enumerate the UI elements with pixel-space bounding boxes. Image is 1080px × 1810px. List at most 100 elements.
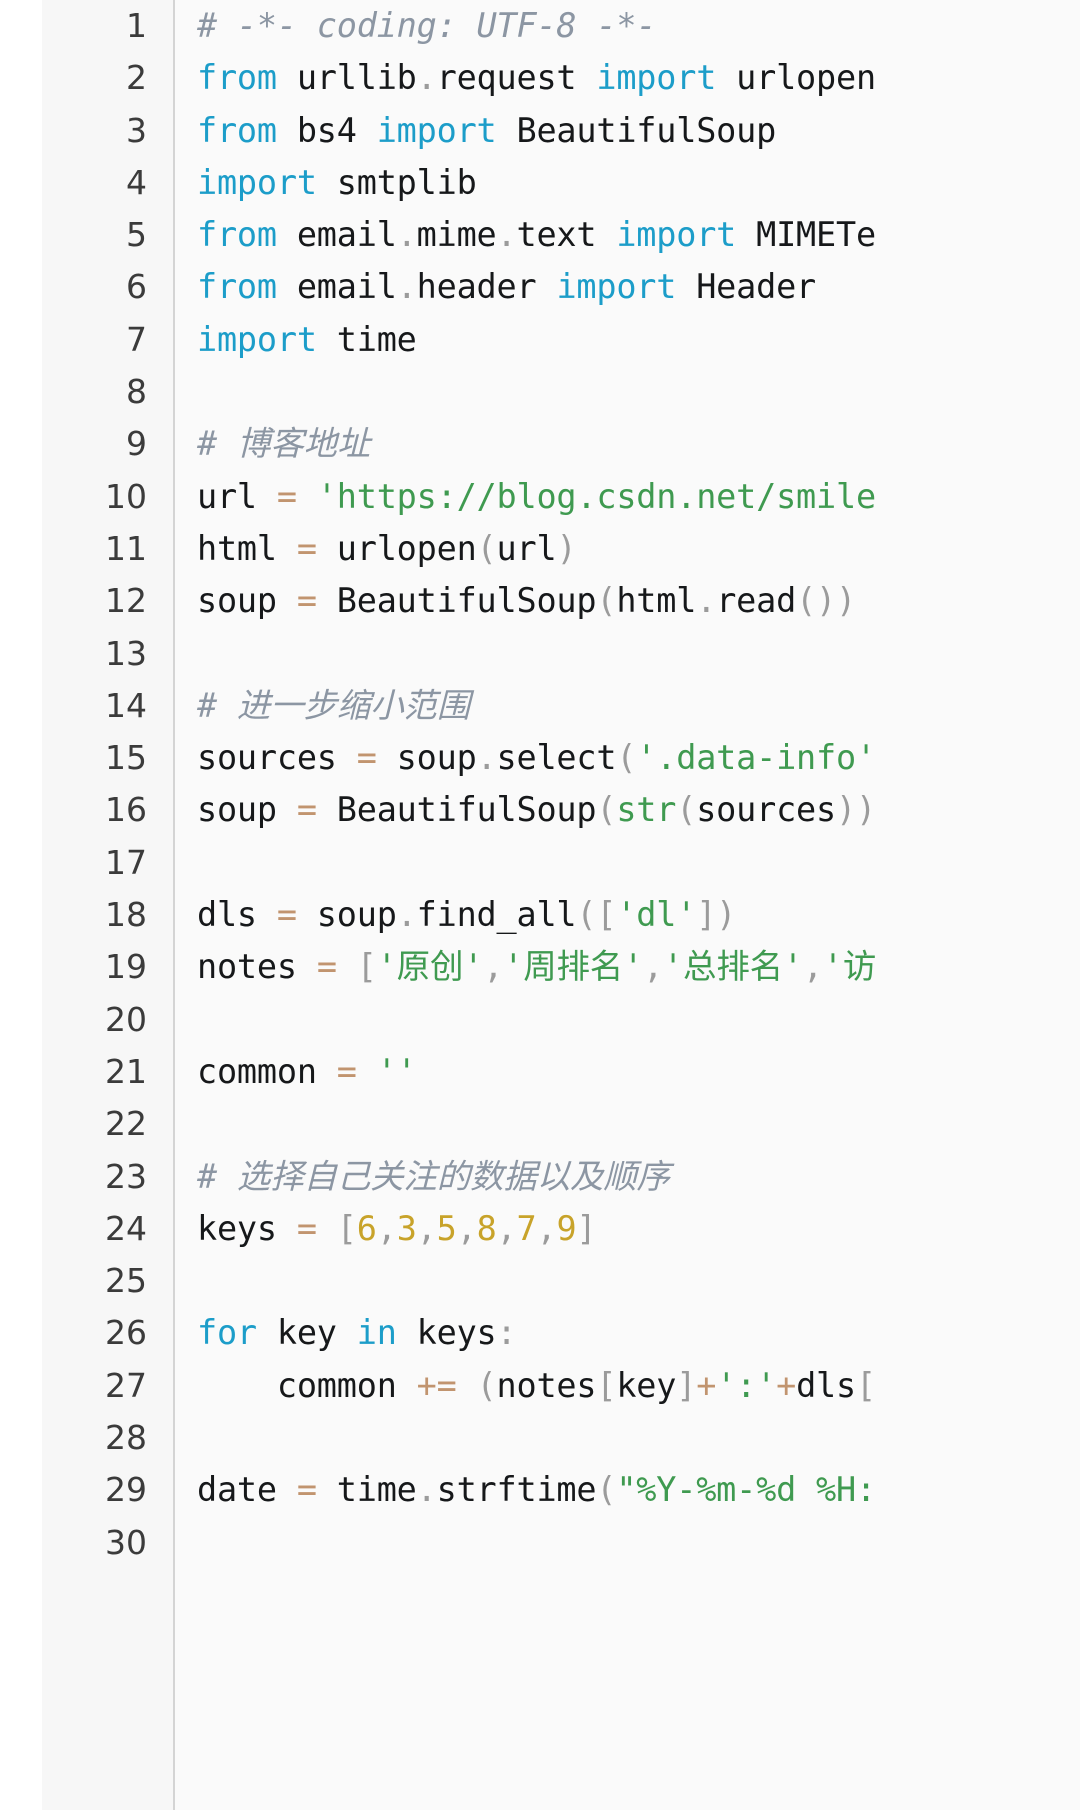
code-line[interactable]: url = 'https://blog.csdn.net/smile — [175, 471, 1080, 523]
line-number[interactable]: 13 — [42, 628, 174, 680]
code-token: # -*- coding: UTF-8 -*- — [197, 6, 657, 45]
line-number[interactable]: 2 — [42, 52, 174, 104]
code-line[interactable]: sources = soup.select('.data-info' — [175, 732, 1080, 784]
code-token: , — [416, 1208, 437, 1248]
line-number[interactable]: 10 — [42, 471, 174, 523]
code-token: = — [356, 738, 377, 778]
code-line[interactable]: import smtplib — [175, 157, 1080, 209]
code-token: . — [396, 267, 417, 307]
code-line[interactable] — [175, 1412, 1080, 1464]
line-number[interactable]: 28 — [42, 1412, 174, 1464]
code-token: html — [197, 528, 297, 568]
code-token: . — [396, 895, 417, 935]
code-token: html — [616, 581, 697, 621]
line-number[interactable]: 20 — [42, 994, 174, 1046]
code-content-pane[interactable]: # -*- coding: UTF-8 -*- from urllib.reque… — [175, 0, 1080, 1810]
code-token: mime — [416, 215, 497, 255]
line-number[interactable]: 5 — [42, 209, 174, 261]
code-line[interactable]: common = '' — [175, 1046, 1080, 1098]
code-token: . — [496, 215, 517, 255]
code-token: from — [197, 267, 277, 307]
line-number[interactable]: 16 — [42, 784, 174, 836]
code-line[interactable] — [175, 1255, 1080, 1307]
line-number[interactable]: 12 — [42, 575, 174, 627]
line-number[interactable]: 8 — [42, 366, 174, 418]
code-line[interactable]: dls = soup.find_all(['dl']) — [175, 889, 1080, 941]
code-token: BeautifulSoup — [316, 790, 597, 830]
code-token: + — [776, 1365, 797, 1405]
code-token: , — [376, 1208, 397, 1248]
code-token: url — [496, 528, 557, 568]
line-number[interactable]: 3 — [42, 105, 174, 157]
line-number[interactable]: 22 — [42, 1098, 174, 1150]
code-line[interactable] — [175, 366, 1080, 418]
code-line[interactable]: # 博客地址 — [175, 418, 1080, 470]
code-line[interactable]: from email.mime.text import MIMETe — [175, 209, 1080, 261]
code-line[interactable]: from email.header import Header — [175, 261, 1080, 313]
code-token: ]) — [696, 895, 737, 935]
line-number[interactable]: 17 — [42, 837, 174, 889]
code-token: from — [197, 215, 277, 255]
code-line[interactable]: html = urlopen(url) — [175, 523, 1080, 575]
code-line[interactable] — [175, 994, 1080, 1046]
code-token: 7 — [516, 1208, 537, 1248]
code-line[interactable]: from bs4 import BeautifulSoup — [175, 105, 1080, 157]
line-number[interactable]: 19 — [42, 941, 174, 993]
code-line[interactable]: import time — [175, 314, 1080, 366]
line-number[interactable]: 23 — [42, 1151, 174, 1203]
line-number[interactable]: 25 — [42, 1255, 174, 1307]
line-number[interactable]: 18 — [42, 889, 174, 941]
line-number[interactable]: 29 — [42, 1464, 174, 1516]
code-line[interactable]: notes = ['原创','周排名','总排名','访 — [175, 941, 1080, 993]
line-number[interactable]: 26 — [42, 1307, 174, 1359]
code-line[interactable]: soup = BeautifulSoup(str(sources)) — [175, 784, 1080, 836]
code-line[interactable] — [175, 628, 1080, 680]
line-number[interactable]: 11 — [42, 523, 174, 575]
code-line[interactable]: soup = BeautifulSoup(html.read()) — [175, 575, 1080, 627]
line-number[interactable]: 27 — [42, 1360, 174, 1412]
code-line[interactable] — [175, 1098, 1080, 1150]
code-line[interactable]: # 选择自己关注的数据以及顺序 — [175, 1151, 1080, 1203]
code-token: request — [436, 58, 597, 98]
code-line[interactable]: keys = [6,3,5,8,7,9] — [175, 1203, 1080, 1255]
line-number[interactable]: 9 — [42, 418, 174, 470]
code-token: # 进一步缩小范围 — [197, 685, 471, 725]
code-line[interactable]: from urllib.request import urlopen — [175, 52, 1080, 104]
code-token: bs4 — [276, 110, 377, 150]
code-token: ] — [576, 1208, 597, 1248]
code-token: time — [316, 319, 417, 359]
code-line[interactable]: # 进一步缩小范围 — [175, 680, 1080, 732]
line-number-list: 1 2 3 4 5 6 7 8 9 10 11 12 13 14 15 16 17 18 19 20 21 22 23 24 2… — [42, 0, 174, 1569]
line-number[interactable]: 24 — [42, 1203, 174, 1255]
line-number[interactable]: 14 — [42, 680, 174, 732]
code-token: select — [496, 738, 617, 778]
line-number[interactable]: 7 — [42, 314, 174, 366]
line-number[interactable]: 6 — [42, 261, 174, 313]
code-token: notes — [197, 947, 317, 987]
line-number-gutter[interactable]: 1 2 3 4 5 6 7 8 9 10 11 12 13 14 15 16 17 18 19 20 21 22 23 24 2… — [42, 0, 174, 1810]
code-line[interactable]: common += (notes[key]+':'+dls[ — [175, 1360, 1080, 1412]
code-token: for — [197, 1313, 257, 1353]
code-token: = — [296, 528, 317, 568]
code-token: key — [616, 1365, 677, 1405]
code-line[interactable]: for key in keys: — [175, 1307, 1080, 1359]
code-token: '.data-info' — [636, 738, 876, 778]
code-token: ( — [596, 790, 617, 830]
code-token: ( — [616, 738, 637, 778]
code-line[interactable]: date = time.strftime("%Y-%m-%d %H: — [175, 1464, 1080, 1516]
code-line[interactable] — [175, 1517, 1080, 1569]
code-token: email — [276, 267, 397, 307]
line-number[interactable]: 21 — [42, 1046, 174, 1098]
line-number[interactable]: 15 — [42, 732, 174, 784]
line-number[interactable]: 4 — [42, 157, 174, 209]
code-token: BeautifulSoup — [316, 581, 597, 621]
code-editor[interactable]: 1 2 3 4 5 6 7 8 9 10 11 12 13 14 15 16 17 18 19 20 21 22 23 24 2… — [0, 0, 1080, 1810]
code-token: import — [376, 110, 497, 150]
line-number[interactable]: 1 — [42, 0, 174, 52]
code-line[interactable]: # -*- coding: UTF-8 -*- — [175, 0, 1080, 52]
code-line[interactable] — [175, 837, 1080, 889]
line-number[interactable]: 30 — [42, 1517, 174, 1569]
code-token: "%Y-%m-%d %H: — [616, 1470, 876, 1510]
